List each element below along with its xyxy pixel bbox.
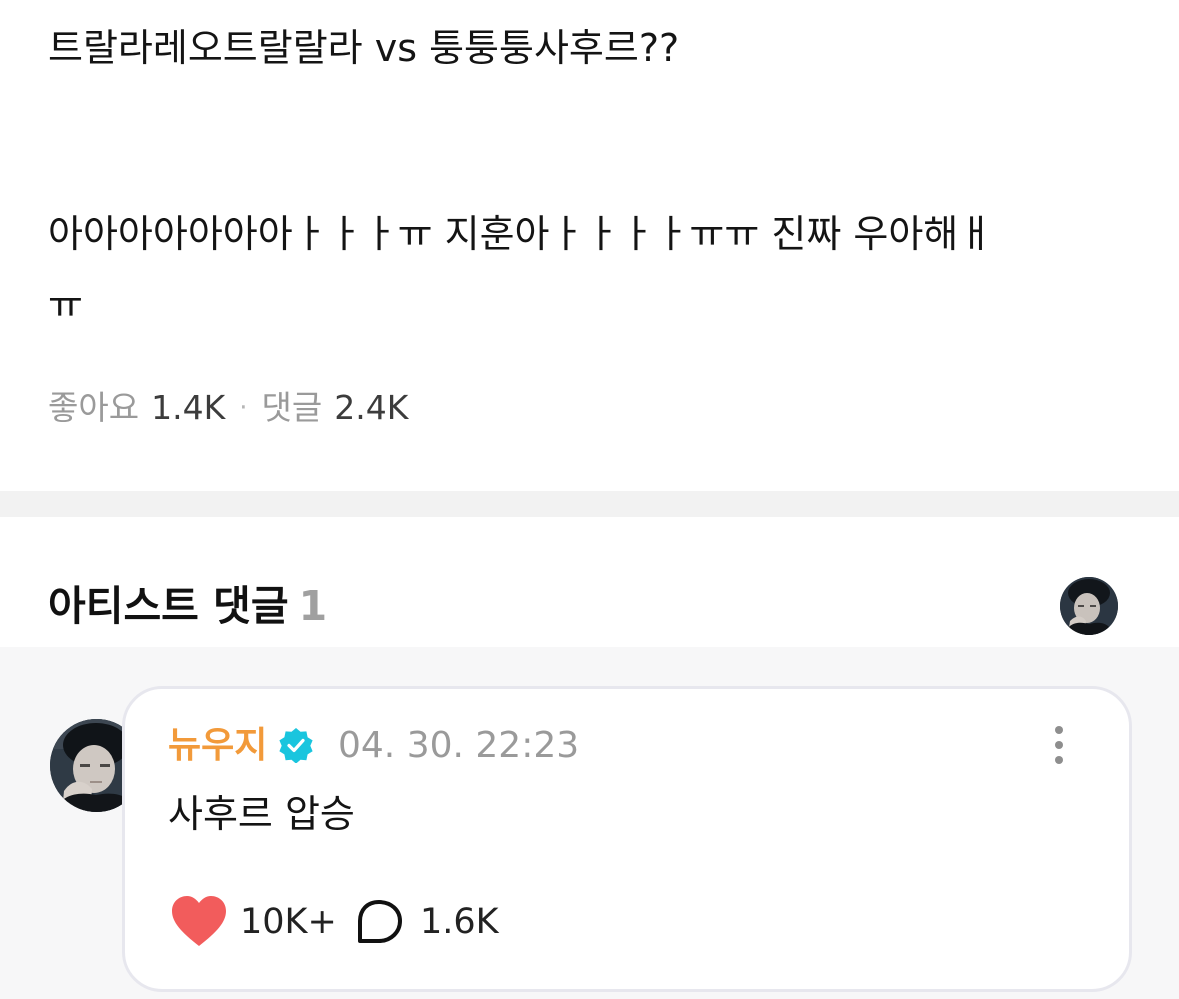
comment-author-name[interactable]: 뉴우지 — [168, 724, 267, 768]
artist-avatar[interactable] — [1060, 577, 1118, 635]
post-text-line: 트랄라레오트랄랄라 vs 퉁퉁퉁사후르?? — [48, 26, 680, 70]
reply-count: 1.6K — [420, 902, 499, 942]
comment-text: 사후르 압승 — [168, 792, 355, 836]
post-content: 트랄라레오트랄랄라 vs 퉁퉁퉁사후르?? 아아아아아아아ㅏㅏㅏㅠ 지훈아ㅏㅏㅏ… — [0, 0, 1179, 491]
artist-comments-title-text: 아티스트 댓글 — [48, 582, 289, 630]
post-text-line: ㅠ — [48, 283, 83, 327]
stats-separator: · — [239, 393, 248, 423]
artist-comments-header: 아티스트 댓글 1 — [0, 517, 1179, 647]
heart-icon[interactable] — [171, 896, 227, 948]
speech-bubble-icon[interactable] — [354, 899, 404, 947]
comment-card — [122, 686, 1132, 992]
artist-comments-count: 1 — [298, 582, 328, 630]
post-stats: 좋아요 1.4K · 댓글 2.4K — [48, 385, 408, 431]
comment-timestamp: 04. 30. 22:23 — [338, 725, 580, 766]
post-text-line: 아아아아아아아ㅏㅏㅏㅠ 지훈아ㅏㅏㅏㅏㅠㅠ 진짜 우아해ㅐ — [48, 212, 994, 256]
like-count: 10K+ — [240, 902, 337, 942]
likes-label: 좋아요 — [48, 388, 140, 427]
more-vertical-icon[interactable] — [1042, 722, 1076, 768]
comments-count: 2.4K — [334, 388, 409, 427]
likes-count: 1.4K — [151, 388, 226, 427]
artist-comments-title: 아티스트 댓글 1 — [48, 579, 327, 633]
section-divider — [0, 491, 1179, 517]
verified-badge-icon — [279, 728, 313, 763]
comments-label: 댓글 — [261, 388, 323, 427]
